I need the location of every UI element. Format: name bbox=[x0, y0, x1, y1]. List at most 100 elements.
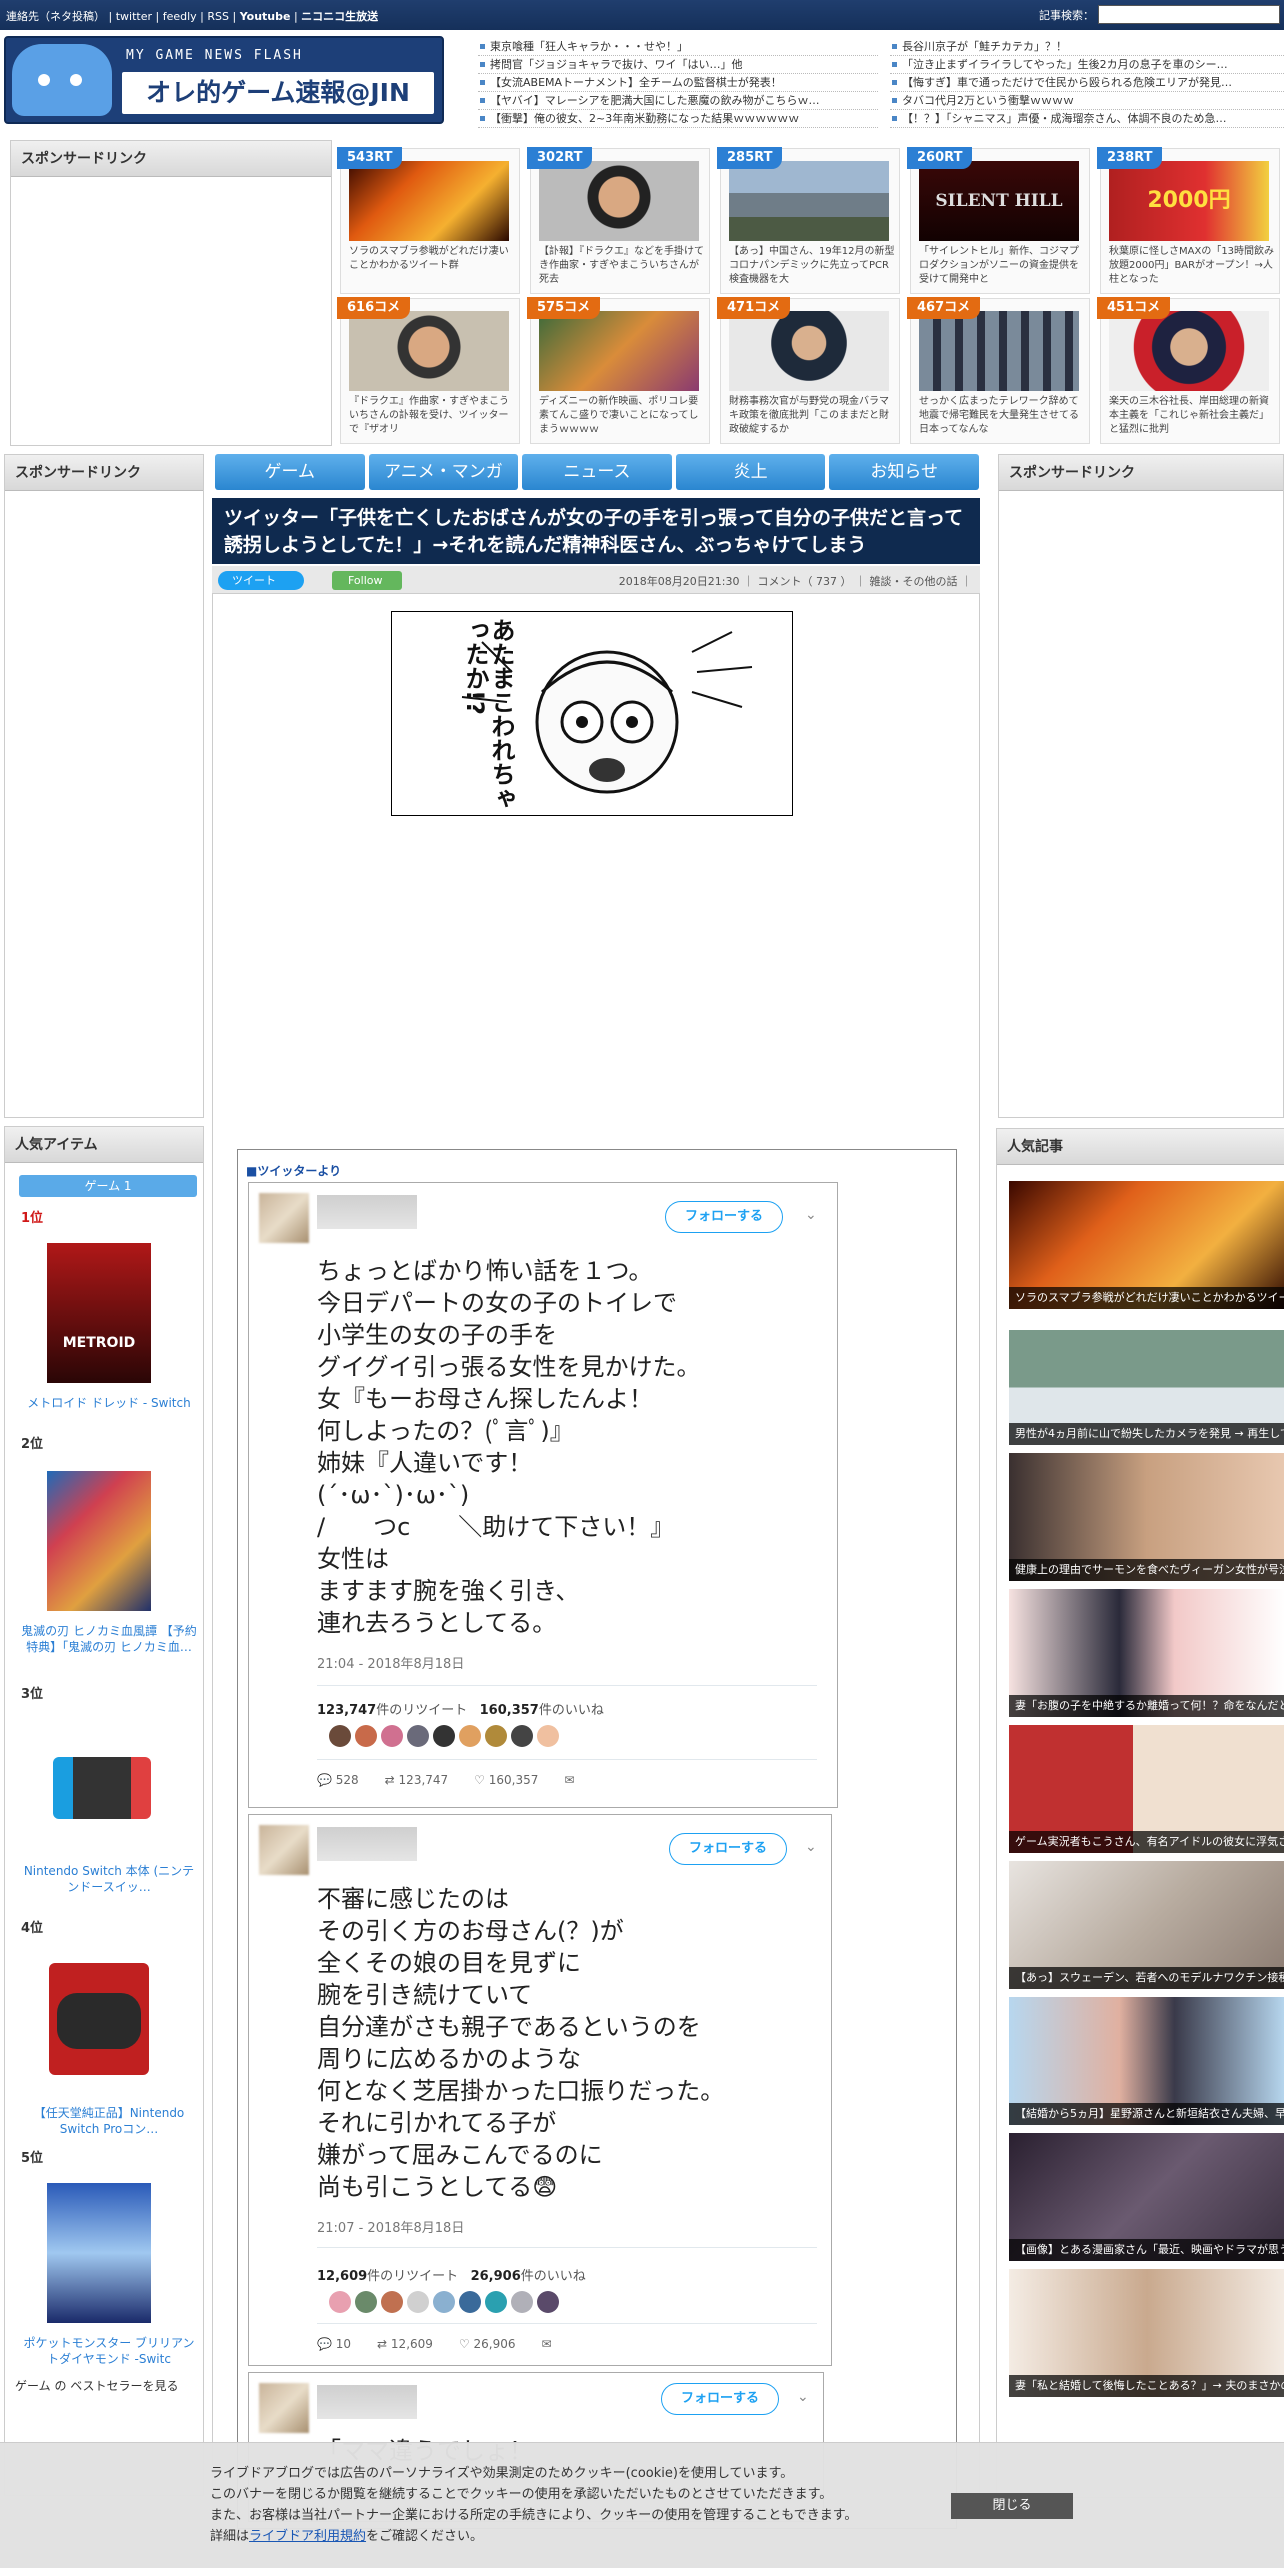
headline-link[interactable]: 【女流ABEMAトーナメント】全チームの監督棋士が発表！ bbox=[478, 74, 878, 92]
contact-link[interactable]: 連絡先（ネタ投稿） bbox=[6, 10, 105, 23]
nav-tab-news[interactable]: ニュース bbox=[522, 454, 672, 490]
rt-caption: ソラのスマブラ参戦がどれだけ凄いことかわかるツイート群 bbox=[349, 246, 509, 271]
youtube-link[interactable]: Youtube bbox=[240, 10, 291, 23]
retweet-icon[interactable]: ⇄ 12,609 bbox=[377, 2337, 433, 2351]
comment-count-link[interactable]: コメント（ 737 ） bbox=[758, 575, 852, 588]
headline-link[interactable]: 「泣き止まずイライラしてやった」生後2カ月の息子を車のシー… bbox=[890, 56, 1284, 74]
product-image[interactable] bbox=[47, 2183, 151, 2323]
comment-badge: 451コメ bbox=[1097, 297, 1171, 319]
headline-link[interactable]: 拷問官「ジョジョキャラで抜け、ワイ「はい…」他 bbox=[478, 56, 878, 74]
rt-caption: 「サイレントヒル」新作、コジマプロダクションがソニーの資金提供を受けて開発中と bbox=[919, 246, 1079, 285]
comment-card[interactable]: 471コメ 財務事務次官が与野党の現金バラマキ政策を徹底批判「このままだと財政破… bbox=[717, 297, 900, 444]
product-image[interactable] bbox=[47, 1471, 151, 1611]
popular-article[interactable]: 【結婚から5ヵ月】星野源さんと新垣結衣さん夫婦、早くも不穏な空気が立ち込める・・… bbox=[1009, 1997, 1284, 2125]
rank-position: 2位 bbox=[21, 1437, 44, 1452]
tweet-timestamp[interactable]: 21:07 - 2018年8月18日 bbox=[317, 2217, 464, 2236]
product-link[interactable]: 鬼滅の刃 ヒノカミ血風譚 【予約特典】「鬼滅の刃 ヒノカミ血… bbox=[19, 1623, 199, 1655]
mail-icon[interactable]: ✉ bbox=[542, 2337, 552, 2351]
category-link[interactable]: 雑談・その他の話 bbox=[870, 575, 958, 588]
product-link[interactable]: Nintendo Switch 本体 (ニンテンドースイッ… bbox=[19, 1863, 199, 1895]
mail-icon[interactable]: ✉ bbox=[564, 1773, 574, 1787]
nav-tab-enjo[interactable]: 炎上 bbox=[675, 454, 826, 490]
nav-tab-game[interactable]: ゲーム bbox=[215, 454, 365, 490]
user-handle-blurred[interactable] bbox=[317, 2385, 417, 2419]
avatar[interactable] bbox=[259, 1193, 309, 1243]
comment-card[interactable]: 575コメ ディズニーの新作映画、ポリコレ要素てんこ盛りで凄いことになってしまう… bbox=[527, 297, 710, 444]
user-handle-blurred[interactable] bbox=[317, 1827, 417, 1861]
product-image[interactable]: METROID bbox=[47, 1243, 151, 1383]
like-count: 26,906 bbox=[470, 2269, 521, 2284]
retweet-icon[interactable]: ⇄ 123,747 bbox=[385, 1773, 449, 1787]
popular-article[interactable]: 妻「お腹の子を中絶するか離婚って何！？命をなんだと思ってるん！」→ 夫がゴミクズ… bbox=[1009, 1589, 1284, 1717]
nav-tab-info[interactable]: お知らせ bbox=[829, 454, 979, 490]
popular-article-title: 妻「お腹の子を中絶するか離婚って何！？命をなんだと思ってるん！」→ 夫がゴミクズ… bbox=[1009, 1695, 1284, 1717]
chevron-down-icon[interactable]: ⌄ bbox=[805, 1839, 817, 1855]
site-logo[interactable]: MY GAME NEWS FLASH オレ的ゲーム速報@JIN bbox=[4, 36, 444, 124]
headline-link[interactable]: 【悔すぎ】車で通っただけで住民から殴られる危険エリアが発見… bbox=[890, 74, 1284, 92]
tweet-follow-button[interactable]: フォローする bbox=[665, 1201, 783, 1233]
rt-card[interactable]: 302RT 【訃報】『ドラクエ』などを手掛けてき作曲家・すぎやまこういちさんが死… bbox=[527, 147, 710, 294]
reply-icon[interactable]: 💬 528 bbox=[317, 1773, 359, 1787]
rt-badge: 238RT bbox=[1097, 147, 1163, 169]
headline-link[interactable]: 【衝撃】俺の彼女、2~3年南米勤務になった結果ｗｗｗｗｗｗ bbox=[478, 110, 878, 128]
nav-tab-anime[interactable]: アニメ・マンガ bbox=[368, 454, 519, 490]
tweet-timestamp[interactable]: 21:04 - 2018年8月18日 bbox=[317, 1653, 464, 1672]
product-link[interactable]: 【任天堂純正品】Nintendo Switch Proコン… bbox=[19, 2105, 199, 2137]
tweet-button[interactable]: ツイート bbox=[218, 571, 304, 590]
avatar[interactable] bbox=[259, 1825, 309, 1875]
rt-card[interactable]: 2000円 238RT 秋葉原に怪しさMAXの「13時間飲み放題2000円」BA… bbox=[1097, 147, 1280, 294]
user-handle-blurred[interactable] bbox=[317, 1195, 417, 1229]
chevron-down-icon[interactable]: ⌄ bbox=[805, 1207, 817, 1223]
sponsor-title: スポンサードリンク bbox=[11, 141, 331, 177]
cookie-close-button[interactable]: 閉じる bbox=[951, 2493, 1073, 2519]
divider bbox=[317, 2323, 817, 2324]
popular-article[interactable]: ゲーム実況者もこうさん、有名アイドルの彼女に浮気されてしまう→内容が胸糞すぎた… bbox=[1009, 1725, 1284, 1853]
product-image[interactable] bbox=[47, 1721, 151, 1841]
ranking-tab-game[interactable]: ゲーム 1 bbox=[19, 1175, 197, 1197]
tweet-follow-button[interactable]: フォローする bbox=[669, 1833, 787, 1865]
headline-link[interactable]: 東京喰種「狂人キャラか・・・せや！」 bbox=[478, 38, 878, 56]
feedly-link[interactable]: feedly bbox=[163, 10, 197, 23]
popular-article[interactable]: 【あっ】スウェーデン、若者へのモデルナワクチン接種停止 理由は… bbox=[1009, 1861, 1284, 1989]
rt-card[interactable]: 285RT 【あっ】中国さん、19年12月の新型コロナパンデミックに先立ってPC… bbox=[717, 147, 900, 294]
product-image[interactable] bbox=[47, 1953, 151, 2093]
chevron-down-icon[interactable]: ⌄ bbox=[797, 2389, 809, 2405]
popular-article[interactable]: ソラのスマブラ参戦がどれだけ凄いことかわかるツイート群 bbox=[1009, 1181, 1284, 1309]
follow-button[interactable]: Follow bbox=[332, 571, 402, 590]
tweet-text: 不審に感じたのは その引く方のお母さん(？)が 全くその娘の目を見ずに 腕を引き… bbox=[317, 1885, 725, 2201]
comment-badge: 467コメ bbox=[907, 297, 981, 319]
product-link[interactable]: メトロイド ドレッド - Switch bbox=[19, 1395, 199, 1411]
rss-link[interactable]: RSS bbox=[207, 10, 229, 23]
comment-card[interactable]: 467コメ せっかく広まったテレワーク辞めて地震で帰宅難民を大量発生させてる日本… bbox=[907, 297, 1090, 444]
avatar[interactable] bbox=[259, 2383, 309, 2433]
like-icon[interactable]: ♡ 26,906 bbox=[459, 2337, 516, 2351]
rt-caption: 秋葉原に怪しさMAXの「13時間飲み放題2000円」BARがオープン！→人柱とな… bbox=[1109, 246, 1275, 285]
like-icon[interactable]: ♡ 160,357 bbox=[474, 1773, 538, 1787]
search-input[interactable] bbox=[1098, 5, 1280, 24]
sponsor-box-left: スポンサードリンク bbox=[4, 454, 204, 1118]
sponsor-box-right: スポンサードリンク bbox=[998, 454, 1284, 1118]
article-meta: ツイート Follow 2018年08月20日21:30 ｜ コメント（ 737… bbox=[212, 566, 980, 594]
twitter-link[interactable]: twitter bbox=[116, 10, 152, 23]
headline-link[interactable]: タバコ代月2万という衝撃ｗｗｗｗ bbox=[890, 92, 1284, 110]
popular-article[interactable]: 男性が4ヵ月前に山で紛失したカメラを発見 → 再生してみると、そこにはヤバイ映像… bbox=[1009, 1317, 1284, 1445]
niconico-link[interactable]: ニコニコ生放送 bbox=[301, 10, 378, 23]
headline-link[interactable]: 【ヤバイ】マレーシアを肥満大国にした悪魔の飲み物がこちらｗ… bbox=[478, 92, 878, 110]
rt-card[interactable]: SILENT HILL 260RT 「サイレントヒル」新作、コジマプロダクション… bbox=[907, 147, 1090, 294]
headline-link[interactable]: 長谷川京子が「鮭チカテカ」？！ bbox=[890, 38, 1284, 56]
reply-icon[interactable]: 💬 10 bbox=[317, 2337, 351, 2351]
divider bbox=[317, 1685, 817, 1686]
headline-link[interactable]: 【！？】「シャニマス」声優・成海瑠奈さん、体調不良のため急… bbox=[890, 110, 1284, 128]
tweet-follow-button[interactable]: フォローする bbox=[661, 2383, 779, 2415]
bestseller-link[interactable]: ゲーム の ベストセラーを見る bbox=[15, 2377, 179, 2394]
terms-link[interactable]: ライブドア利用規約 bbox=[249, 2529, 366, 2544]
popular-article[interactable]: 健康上の理由でサーモンを食べたヴィーガン女性が号泣→後日さらにサーモンとエビを食… bbox=[1009, 1453, 1284, 1581]
product-link[interactable]: ポケットモンスター ブリリアントダイヤモンド -Switc bbox=[19, 2335, 199, 2367]
comment-card[interactable]: 451コメ 楽天の三木谷社長、岸田総理の新資本主義を「これじゃ新社会主義だ」と猛… bbox=[1097, 297, 1280, 444]
rt-card[interactable]: 543RT ソラのスマブラ参戦がどれだけ凄いことかわかるツイート群 bbox=[337, 147, 520, 294]
comment-card[interactable]: 616コメ 『ドラクエ』作曲家・すぎやまこういちさんの訃報を受け、ツイッターで『… bbox=[337, 297, 520, 444]
retweet-count: 12,609 bbox=[317, 2269, 368, 2284]
tweet-text: ちょっとばかり怖い話を１つ。 今日デパートの女の子のトイレで 小学生の女の子の手… bbox=[317, 1257, 701, 1637]
popular-article[interactable]: 妻「私と結婚して後悔したことある？」→ 夫のまさかの返答に妻から涙が溢れ落ちる・… bbox=[1009, 2269, 1284, 2397]
popular-article[interactable]: 【画像】とある漫画家さん「最近、映画やドラマが思うことがこれ」→ それなすぎて1… bbox=[1009, 2133, 1284, 2261]
